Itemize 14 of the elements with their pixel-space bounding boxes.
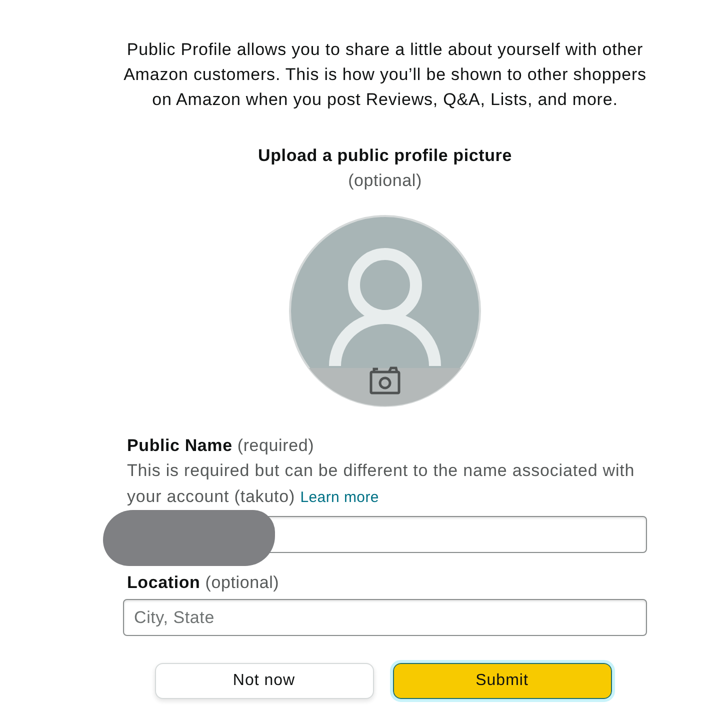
person-icon xyxy=(329,248,441,366)
not-now-button[interactable]: Not now xyxy=(154,663,374,699)
help-text: This is required but can be different to the name associated with your account (takuto) Learn more xyxy=(126,460,636,508)
section-title: Upload a public profile picture xyxy=(257,145,513,167)
location-input[interactable]: City, State xyxy=(123,599,647,636)
field-label: Location xyxy=(127,573,200,592)
field-note: (optional) xyxy=(205,573,280,592)
field-label: Public Name xyxy=(127,436,232,455)
field-note: (required) xyxy=(237,436,314,455)
camera-icon xyxy=(370,366,400,394)
optional-note: (optional) xyxy=(347,170,423,192)
avatar-upload[interactable] xyxy=(288,214,482,408)
learn-more-link[interactable]: Learn more xyxy=(300,488,379,506)
intro-text: Public Profile allows you to share a little about yourself with other Amazon customers. This is how you’ll be shown to other shoppers on Amazon when you post Reviews, Q&A, Lists, and more. xyxy=(123,39,647,111)
